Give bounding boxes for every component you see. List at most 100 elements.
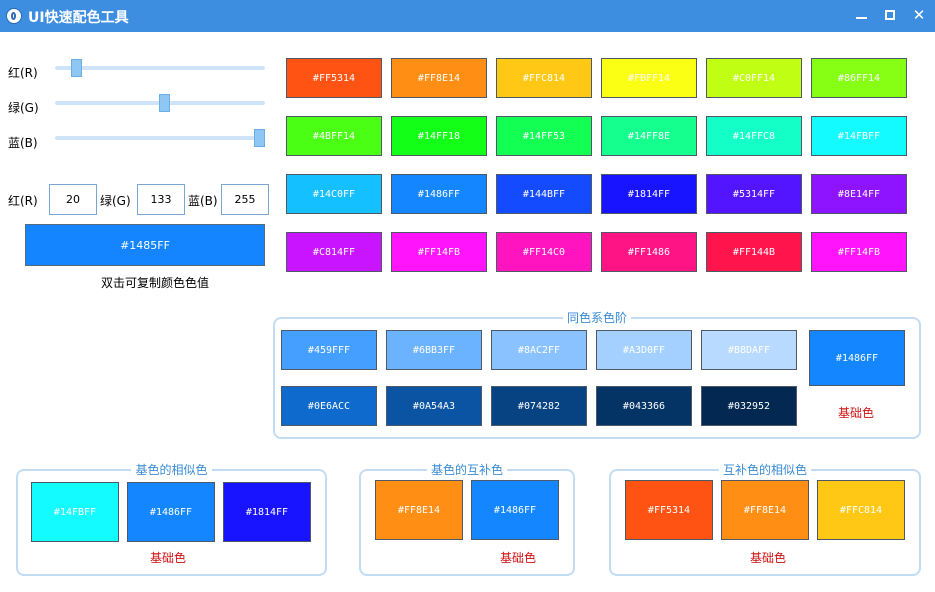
swatch-label: #0E6ACC — [307, 400, 351, 412]
complement-analogous-swatch[interactable]: #FFC814 — [817, 480, 905, 540]
complementary-title: 基色的互补色 — [426, 463, 507, 477]
palette-swatch[interactable]: #14FF18 — [391, 116, 487, 156]
palette-swatch[interactable]: #FF14C0 — [496, 232, 592, 272]
palette-swatch[interactable]: #14FFC8 — [706, 116, 802, 156]
palette-swatch[interactable]: #14FBFF — [811, 116, 907, 156]
close-icon: ✕ — [912, 6, 926, 24]
maximize-button[interactable] — [877, 4, 903, 26]
minimize-icon — [855, 17, 867, 19]
palette-swatch[interactable]: #14FF8E — [601, 116, 697, 156]
same-hue-dark-swatch[interactable]: #0A54A3 — [386, 386, 482, 426]
same-hue-base-swatch[interactable]: #1486FF — [809, 330, 905, 386]
same-hue-base-label: 基础色 — [838, 406, 875, 420]
swatch-label: #B8DAFF — [727, 344, 771, 356]
swatch-label: #FF14FB — [417, 246, 461, 258]
palette-swatch[interactable]: #4BFF14 — [286, 116, 382, 156]
same-hue-light-swatch[interactable]: #B8DAFF — [701, 330, 797, 370]
slider-thumb-red[interactable] — [71, 59, 82, 77]
same-hue-light-swatch[interactable]: #A3D0FF — [596, 330, 692, 370]
blue-value-input[interactable] — [221, 184, 269, 215]
slider-green[interactable] — [55, 94, 265, 112]
palette-swatch[interactable]: #FFC814 — [496, 58, 592, 98]
palette-swatch[interactable]: #C0FF14 — [706, 58, 802, 98]
complementary-base-label: 基础色 — [500, 551, 537, 565]
palette-swatch[interactable]: #FF14FB — [391, 232, 487, 272]
swatch-label: #86FF14 — [837, 72, 881, 84]
slider-thumb-green[interactable] — [159, 94, 170, 112]
palette-swatch[interactable]: #1486FF — [391, 174, 487, 214]
complement-analogous-swatch[interactable]: #FF5314 — [625, 480, 713, 540]
palette-swatch[interactable]: #144BFF — [496, 174, 592, 214]
palette-swatch[interactable]: #1814FF — [601, 174, 697, 214]
slider-label-blue: 蓝(B) — [8, 136, 38, 150]
palette-swatch[interactable]: #FF144B — [706, 232, 802, 272]
swatch-label: #8AC2FF — [517, 344, 561, 356]
complement-analogous-swatch[interactable]: #FF8E14 — [721, 480, 809, 540]
complementary-swatch[interactable]: #1486FF — [471, 480, 559, 540]
slider-blue[interactable] — [55, 129, 265, 147]
swatch-label: #1486FF — [493, 504, 537, 516]
close-button[interactable]: ✕ — [906, 4, 932, 26]
input-label-green: 绿(G) — [100, 194, 131, 208]
palette-swatch[interactable]: #FF5314 — [286, 58, 382, 98]
same-hue-dark-swatch[interactable]: #0E6ACC — [281, 386, 377, 426]
analogous-swatch[interactable]: #1486FF — [127, 482, 215, 542]
green-value-input[interactable] — [137, 184, 185, 215]
swatch-label: #FF14C0 — [522, 246, 566, 258]
same-hue-dark-swatch[interactable]: #043366 — [596, 386, 692, 426]
same-hue-dark-swatch[interactable]: #074282 — [491, 386, 587, 426]
palette-swatch[interactable]: #8E14FF — [811, 174, 907, 214]
swatch-label: #6BB3FF — [412, 344, 456, 356]
red-value-input[interactable] — [49, 184, 97, 215]
swatch-label: #FF5314 — [647, 504, 691, 516]
swatch-label: #FF8E14 — [397, 504, 441, 516]
swatch-label: #1486FF — [149, 506, 193, 518]
swatch-label: #C814FF — [312, 246, 356, 258]
palette-swatch[interactable]: #FF8E14 — [391, 58, 487, 98]
swatch-label: #144BFF — [522, 188, 566, 200]
swatch-label: #14FF18 — [417, 130, 461, 142]
title-bar: UI快速配色工具 ✕ — [0, 0, 935, 32]
analogous-title: 基色的相似色 — [131, 463, 212, 477]
swatch-label: #1486FF — [417, 188, 461, 200]
swatch-label: #0A54A3 — [412, 400, 456, 412]
swatch-label: #1814FF — [627, 188, 671, 200]
palette-swatch[interactable]: #14C0FF — [286, 174, 382, 214]
analogous-swatch[interactable]: #14FBFF — [31, 482, 119, 542]
slider-thumb-blue[interactable] — [254, 129, 265, 147]
window-title: UI快速配色工具 — [28, 10, 129, 26]
swatch-label: #032952 — [727, 400, 771, 412]
slider-label-green: 绿(G) — [8, 101, 39, 115]
swatch-label: #FF14FB — [837, 246, 881, 258]
palette-swatch[interactable]: #FF14FB — [811, 232, 907, 272]
current-color-preview[interactable]: #1485FF — [25, 224, 265, 266]
swatch-label: #FF1486 — [627, 246, 671, 258]
swatch-label: #FBFF14 — [627, 72, 671, 84]
slider-label-red: 红(R) — [8, 66, 38, 80]
palette-swatch[interactable]: #14FF53 — [496, 116, 592, 156]
swatch-label: #FF8E14 — [743, 504, 787, 516]
minimize-button[interactable] — [848, 4, 874, 26]
maximize-icon — [885, 10, 895, 20]
palette-swatch[interactable]: #FBFF14 — [601, 58, 697, 98]
same-hue-light-swatch[interactable]: #459FFF — [281, 330, 377, 370]
same-hue-title: 同色系色阶 — [562, 311, 631, 325]
analogous-base-label: 基础色 — [150, 551, 187, 565]
input-label-blue: 蓝(B) — [188, 194, 218, 208]
app-logo-icon — [6, 8, 22, 24]
palette-swatch[interactable]: #86FF14 — [811, 58, 907, 98]
palette-swatch[interactable]: #FF1486 — [601, 232, 697, 272]
swatch-label: #074282 — [517, 400, 561, 412]
copy-hint: 双击可复制颜色色值 — [100, 276, 209, 290]
palette-swatch[interactable]: #C814FF — [286, 232, 382, 272]
slider-red[interactable] — [55, 59, 265, 77]
same-hue-light-swatch[interactable]: #8AC2FF — [491, 330, 587, 370]
same-hue-dark-swatch[interactable]: #032952 — [701, 386, 797, 426]
swatch-label: #4BFF14 — [312, 130, 356, 142]
palette-swatch[interactable]: #5314FF — [706, 174, 802, 214]
same-hue-light-swatch[interactable]: #6BB3FF — [386, 330, 482, 370]
swatch-label: #8E14FF — [837, 188, 881, 200]
analogous-swatch[interactable]: #1814FF — [223, 482, 311, 542]
complementary-swatch[interactable]: #FF8E14 — [375, 480, 463, 540]
swatch-label: #14FF53 — [522, 130, 566, 142]
